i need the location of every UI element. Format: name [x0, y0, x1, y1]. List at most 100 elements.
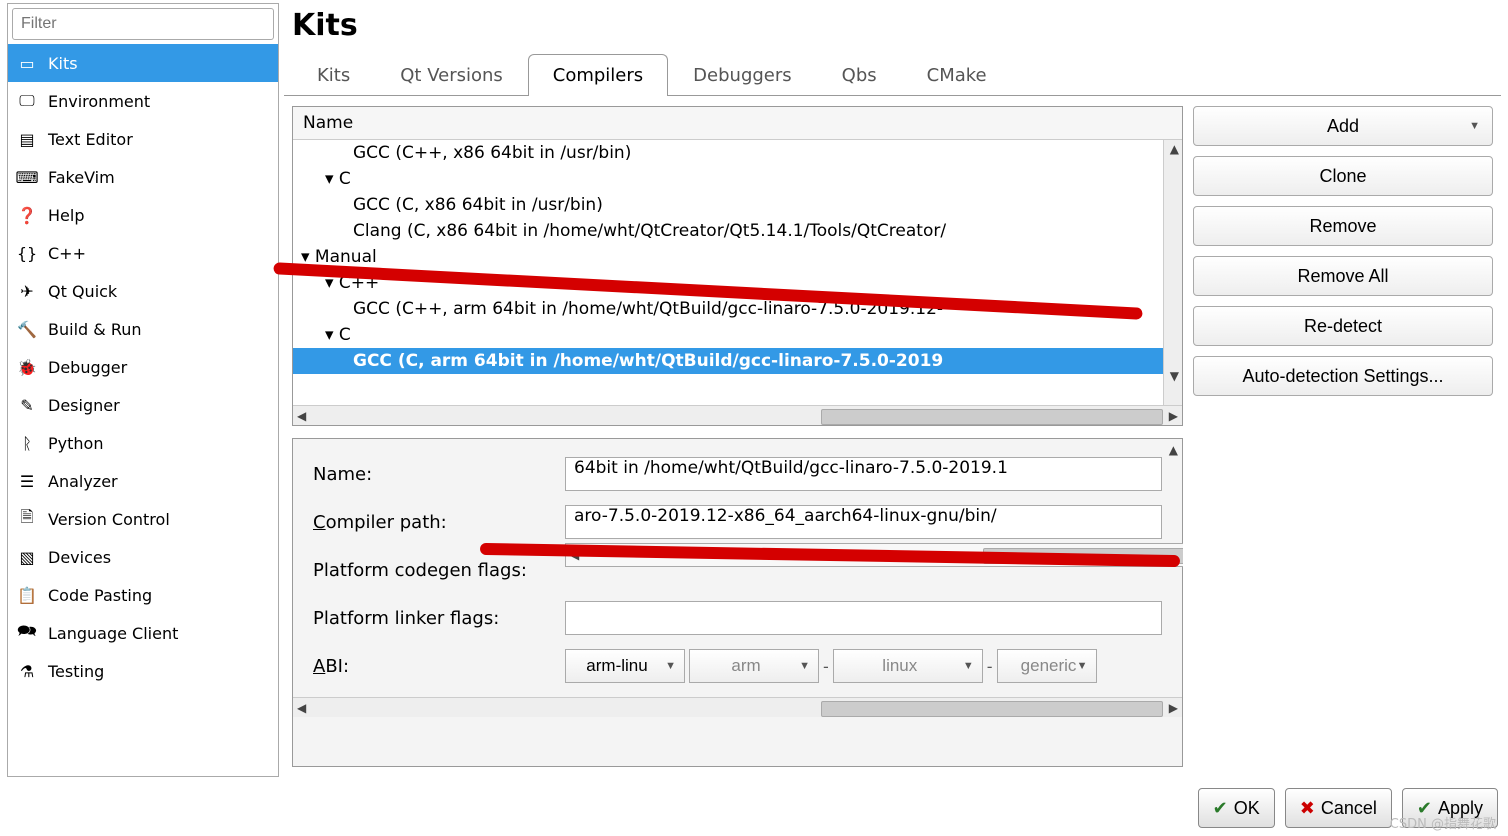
sidebar-item-version-control[interactable]: 🗎 Version Control: [8, 500, 278, 538]
abi-flavor-select[interactable]: generic: [997, 649, 1097, 683]
pencil-icon: ✎: [18, 396, 36, 414]
sidebar-item-label: Qt Quick: [48, 282, 117, 301]
dash-separator: -: [987, 657, 993, 676]
tab-qt-versions[interactable]: Qt Versions: [375, 54, 528, 96]
tab-kits[interactable]: Kits: [292, 54, 375, 96]
tree-row[interactable]: GCC (C++, arm 64bit in /home/wht/QtBuild…: [293, 296, 1182, 322]
send-icon: ✈: [18, 282, 36, 300]
sidebar-item-label: Analyzer: [48, 472, 118, 491]
tree-row[interactable]: GCC (C++, x86 64bit in /usr/bin): [293, 140, 1182, 166]
sidebar-item-label: Python: [48, 434, 103, 453]
abi-arch-select[interactable]: arm: [689, 649, 819, 683]
sidebar-item-label: Version Control: [48, 510, 170, 529]
tree-row[interactable]: ▾ Manual: [293, 244, 1182, 270]
add-button[interactable]: Add: [1193, 106, 1493, 146]
bug-icon: 🐞: [18, 358, 36, 376]
flask-icon: ⚗: [18, 662, 36, 680]
details-horizontal-scrollbar[interactable]: ◀▶: [293, 697, 1182, 717]
clipboard-icon: 📋: [18, 586, 36, 604]
tree-row[interactable]: ▾ C: [293, 322, 1182, 348]
scroll-left-icon[interactable]: ◀: [297, 409, 306, 423]
sidebar-item-devices[interactable]: ▧Devices: [8, 538, 278, 576]
monitor-icon: 🖵: [18, 92, 36, 110]
sidebar-item-label: Debugger: [48, 358, 127, 377]
compilers-tree: Name ▲ ▼ GCC (C++, x86 64bit in /usr/bin…: [292, 106, 1183, 426]
abi-primary-select[interactable]: arm-linu: [565, 649, 685, 683]
remove-all-button[interactable]: Remove All: [1193, 256, 1493, 296]
sidebar-item-analyzer[interactable]: ☰ Analyzer: [8, 462, 278, 500]
sidebar-item-kits[interactable]: ▭Kits: [8, 44, 278, 82]
sidebar-item-qt-quick[interactable]: ✈ Qt Quick: [8, 272, 278, 310]
help-icon: ❓: [18, 206, 36, 224]
name-label: Name:: [313, 464, 553, 485]
tree-header-name[interactable]: Name: [293, 107, 1182, 140]
tree-horizontal-scrollbar[interactable]: ◀▶: [293, 405, 1182, 425]
braces-icon: {}: [18, 244, 36, 262]
sidebar-item-label: Build & Run: [48, 320, 142, 339]
action-buttons-column: Add Clone Remove Remove All Re-detect Au…: [1193, 106, 1493, 767]
sidebar-item-designer[interactable]: ✎Designer: [8, 386, 278, 424]
document-icon: ▤: [18, 130, 36, 148]
fakevim-icon: ⌨: [18, 168, 36, 186]
sidebar-item-label: Text Editor: [48, 130, 133, 149]
settings-sidebar: ▭Kits 🖵Environment ▤ Text Editor ⌨FakeVim…: [7, 3, 279, 777]
name-field[interactable]: 64bit in /home/wht/QtBuild/gcc-linaro-7.…: [565, 457, 1162, 491]
scroll-left-icon[interactable]: ◀: [570, 548, 579, 562]
compiler-path-field[interactable]: aro-7.5.0-2019.12-x86_64_aarch64-linux-g…: [565, 505, 1162, 539]
tab-debuggers[interactable]: Debuggers: [668, 54, 816, 96]
clone-button[interactable]: Clone: [1193, 156, 1493, 196]
scroll-right-icon[interactable]: ▶: [1169, 409, 1178, 423]
tree-row[interactable]: GCC (C, x86 64bit in /usr/bin): [293, 192, 1182, 218]
filter-input[interactable]: [12, 8, 274, 40]
ok-icon: ✔: [1213, 798, 1228, 819]
dialog-footer: ✔OK ✖Cancel ✔Apply: [0, 780, 1508, 836]
sidebar-item-environment[interactable]: 🖵Environment: [8, 82, 278, 120]
tree-row[interactable]: ▾ C: [293, 166, 1182, 192]
platform-linker-field[interactable]: [565, 601, 1162, 635]
sidebar-item-language-client[interactable]: 🗪 Language Client: [8, 614, 278, 652]
scroll-up-icon[interactable]: ▲: [1169, 443, 1178, 457]
tree-row-selected[interactable]: GCC (C, arm 64bit in /home/wht/QtBuild/g…: [293, 348, 1182, 374]
sidebar-item-build-run[interactable]: 🔨 Build & Run: [8, 310, 278, 348]
abi-os-select[interactable]: linux: [833, 649, 983, 683]
watermark: CSDN @指舞花歌: [1390, 813, 1496, 832]
sidebar-item-code-pasting[interactable]: 📋Code Pasting: [8, 576, 278, 614]
tree-row[interactable]: ▾ C++: [293, 270, 1182, 296]
scroll-right-icon[interactable]: ▶: [1169, 701, 1178, 715]
sidebar-list: ▭Kits 🖵Environment ▤ Text Editor ⌨FakeVim…: [8, 44, 278, 776]
page-title: Kits: [292, 8, 1501, 43]
scroll-up-icon[interactable]: ▲: [1170, 142, 1179, 156]
version-control-icon: 🗎: [18, 510, 36, 528]
analyzer-icon: ☰: [18, 472, 36, 490]
platform-codegen-label: Platform codegen flags:: [313, 560, 553, 581]
sidebar-item-label: Help: [48, 206, 84, 225]
tree-row[interactable]: Clang (C, x86 64bit in /home/wht/QtCreat…: [293, 218, 1182, 244]
sidebar-item-debugger[interactable]: 🐞 Debugger: [8, 348, 278, 386]
redetect-button[interactable]: Re-detect: [1193, 306, 1493, 346]
ok-button[interactable]: ✔OK: [1198, 788, 1275, 828]
remove-button[interactable]: Remove: [1193, 206, 1493, 246]
cancel-button[interactable]: ✖Cancel: [1285, 788, 1392, 828]
scroll-down-icon[interactable]: ▼: [1170, 369, 1179, 383]
sidebar-item-python[interactable]: ᚱ Python: [8, 424, 278, 462]
sidebar-item-fakevim[interactable]: ⌨FakeVim: [8, 158, 278, 196]
hammer-icon: 🔨: [18, 320, 36, 338]
compiler-details: ▲ Name: 64bit in /home/wht/QtBuild/gcc-l…: [292, 438, 1183, 767]
language-icon: 🗪: [18, 624, 36, 642]
path-horizontal-scrollbar[interactable]: ◀▶: [565, 543, 1183, 567]
python-icon: ᚱ: [18, 434, 36, 452]
sidebar-item-label: Language Client: [48, 624, 178, 643]
tab-qbs[interactable]: Qbs: [817, 54, 902, 96]
abi-label: ABI:: [313, 656, 553, 677]
sidebar-item-testing[interactable]: ⚗Testing: [8, 652, 278, 690]
sidebar-item-help[interactable]: ❓ Help: [8, 196, 278, 234]
sidebar-item-label: Devices: [48, 548, 111, 567]
tabs-bar: Kits Qt Versions Compilers Debuggers Qbs…: [284, 53, 1501, 96]
scroll-left-icon[interactable]: ◀: [297, 701, 306, 715]
sidebar-item-label: Kits: [48, 54, 78, 73]
sidebar-item-text-editor[interactable]: ▤ Text Editor: [8, 120, 278, 158]
sidebar-item-cpp[interactable]: {}C++: [8, 234, 278, 272]
tab-cmake[interactable]: CMake: [902, 54, 1012, 96]
auto-detection-settings-button[interactable]: Auto-detection Settings...: [1193, 356, 1493, 396]
tab-compilers[interactable]: Compilers: [528, 54, 668, 96]
